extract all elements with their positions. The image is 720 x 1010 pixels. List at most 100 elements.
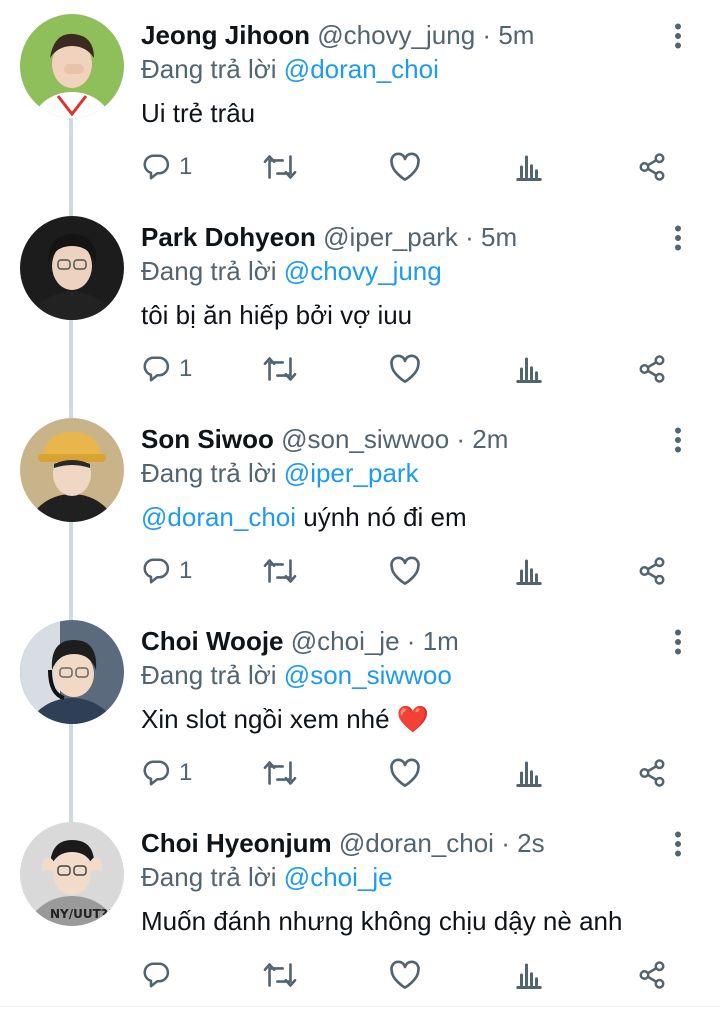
more-options-icon[interactable]: [666, 424, 690, 456]
replying-to-label: Đang trả lời: [141, 660, 277, 690]
replying-to-mention[interactable]: @chovy_jung: [284, 256, 442, 286]
reply-icon: [143, 558, 170, 584]
tweet[interactable]: Son Siwoo @son_siwwoo · 2m Đang trả lời …: [0, 404, 720, 606]
handle[interactable]: @son_siwwoo: [281, 424, 449, 454]
views-button[interactable]: [515, 741, 543, 805]
retweet-button[interactable]: [263, 337, 297, 401]
tweet-text: @doran_choi uýnh nó đi em: [141, 498, 467, 536]
avatar[interactable]: NY/UUT?!: [20, 822, 124, 926]
display-name[interactable]: Park Dohyeon: [141, 222, 316, 252]
retweet-icon: [263, 559, 297, 583]
analytics-icon: [516, 357, 542, 383]
replying-to-mention[interactable]: @iper_park: [284, 458, 419, 488]
replying-to-mention[interactable]: @son_siwwoo: [284, 660, 452, 690]
timestamp[interactable]: 1m: [423, 626, 459, 656]
display-name[interactable]: Choi Wooje: [141, 626, 284, 656]
reply-button[interactable]: [141, 943, 179, 1007]
more-options-icon[interactable]: [666, 828, 690, 860]
text-body: tôi bị ăn hiếp bởi vợ iuu: [141, 300, 413, 330]
tweet[interactable]: NY/UUT?! Choi Hyeonjum @doran_choi · 2s …: [0, 808, 720, 1010]
views-button[interactable]: [515, 337, 543, 401]
share-button[interactable]: [637, 539, 667, 603]
heart-icon: [390, 960, 420, 990]
reply-icon: [143, 760, 170, 786]
timestamp[interactable]: 2m: [472, 424, 508, 454]
avatar[interactable]: [20, 216, 124, 320]
reply-button[interactable]: 1: [141, 741, 192, 805]
text-body: Xin slot ngồi xem nhé ❤️: [141, 704, 430, 734]
replying-to: Đang trả lời @doran_choi: [141, 52, 439, 86]
handle[interactable]: @iper_park: [323, 222, 458, 252]
replying-to-mention[interactable]: @doran_choi: [284, 54, 439, 84]
text-mention[interactable]: @doran_choi: [141, 502, 296, 532]
avatar[interactable]: [20, 418, 124, 522]
replying-to: Đang trả lời @choi_je: [141, 860, 393, 894]
like-button[interactable]: [389, 135, 421, 199]
views-button[interactable]: [515, 539, 543, 603]
like-button[interactable]: [389, 943, 421, 1007]
like-button[interactable]: [389, 539, 421, 603]
action-bar: 1: [141, 741, 686, 805]
share-icon: [639, 961, 665, 989]
retweet-icon: [263, 357, 297, 381]
views-button[interactable]: [515, 135, 543, 199]
tweet-header: Jeong Jihoon @chovy_jung · 5m: [141, 18, 534, 52]
heart-icon: [390, 758, 420, 788]
reply-count: 1: [179, 153, 193, 180]
replying-to: Đang trả lời @son_siwwoo: [141, 658, 452, 692]
like-button[interactable]: [389, 741, 421, 805]
views-button[interactable]: [515, 943, 543, 1007]
heart-icon: [390, 354, 420, 383]
reply-button[interactable]: 1: [141, 337, 192, 401]
share-button[interactable]: [637, 741, 667, 805]
text-body: uýnh nó đi em: [296, 502, 467, 532]
like-button[interactable]: [389, 337, 421, 401]
tweet[interactable]: Park Dohyeon @iper_park · 5m Đang trả lờ…: [0, 202, 720, 404]
text-body: Muốn đánh nhưng không chịu dậy nè anh: [141, 906, 623, 936]
replying-to-mention[interactable]: @choi_je: [284, 862, 393, 892]
more-options-icon[interactable]: [666, 222, 690, 254]
display-name[interactable]: Choi Hyeonjum: [141, 828, 332, 858]
reply-icon: [143, 356, 170, 382]
retweet-button[interactable]: [263, 741, 297, 805]
timestamp[interactable]: 5m: [481, 222, 517, 252]
share-button[interactable]: [637, 135, 667, 199]
reply-count: 1: [179, 557, 193, 584]
reply-icon: [143, 962, 170, 988]
more-options-icon[interactable]: [666, 626, 690, 658]
share-icon: [639, 153, 665, 181]
replying-to-label: Đang trả lời: [141, 458, 277, 488]
handle[interactable]: @chovy_jung: [317, 20, 475, 50]
analytics-icon: [516, 963, 542, 989]
handle[interactable]: @doran_choi: [339, 828, 494, 858]
display-name[interactable]: Jeong Jihoon: [141, 20, 310, 50]
share-button[interactable]: [637, 943, 667, 1007]
separator-dot: ·: [406, 626, 416, 656]
replying-to: Đang trả lời @iper_park: [141, 456, 419, 490]
retweet-button[interactable]: [263, 539, 297, 603]
reply-button[interactable]: 1: [141, 135, 192, 199]
tweet[interactable]: Jeong Jihoon @chovy_jung · 5m Đang trả l…: [0, 0, 720, 202]
share-icon: [639, 759, 665, 787]
reply-button[interactable]: 1: [141, 539, 192, 603]
avatar[interactable]: [20, 14, 124, 118]
timestamp[interactable]: 2s: [517, 828, 544, 858]
retweet-button[interactable]: [263, 135, 297, 199]
svg-text:NY/UUT?!: NY/UUT?!: [50, 907, 113, 921]
tweet-header: Park Dohyeon @iper_park · 5m: [141, 220, 517, 254]
share-button[interactable]: [637, 337, 667, 401]
action-bar: 1: [141, 539, 686, 603]
separator-dot: ·: [456, 424, 466, 454]
avatar[interactable]: [20, 620, 124, 724]
tweet-header: Choi Wooje @choi_je · 1m: [141, 624, 459, 658]
retweet-button[interactable]: [263, 943, 297, 1007]
display-name[interactable]: Son Siwoo: [141, 424, 274, 454]
timestamp[interactable]: 5m: [498, 20, 534, 50]
action-bar: 1: [141, 337, 686, 401]
handle[interactable]: @choi_je: [291, 626, 400, 656]
tweet[interactable]: Choi Wooje @choi_je · 1m Đang trả lời @s…: [0, 606, 720, 808]
more-options-icon[interactable]: [666, 20, 690, 52]
retweet-icon: [263, 963, 297, 987]
heart-icon: [390, 152, 420, 182]
retweet-icon: [263, 761, 297, 785]
